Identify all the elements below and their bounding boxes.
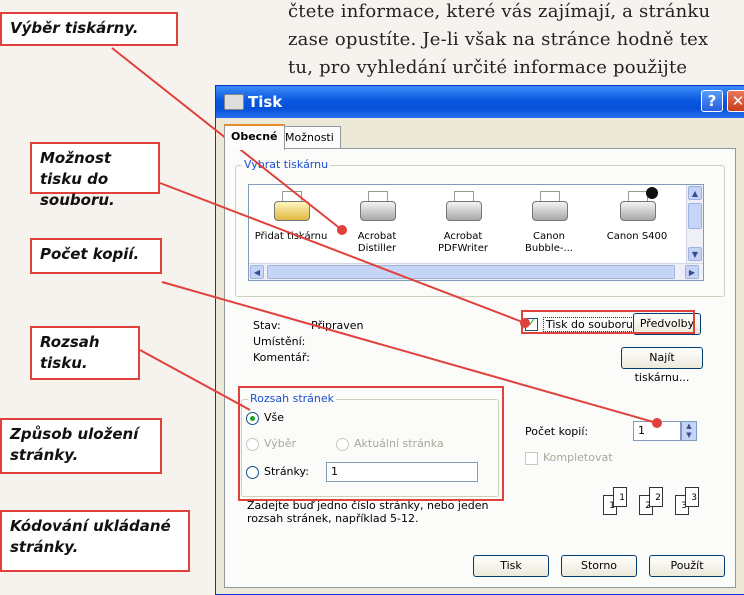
- marker-dot: [652, 418, 662, 428]
- marker-dot: [520, 318, 530, 328]
- callout-save-method: Způsob uložení stránky.: [0, 418, 162, 474]
- tab-general[interactable]: Obecné: [224, 124, 285, 150]
- callout-encoding: Kódování ukládané stránky.: [0, 510, 190, 572]
- callout-range: Rozsah tisku.: [30, 326, 140, 380]
- marker-dot: [337, 225, 347, 235]
- callout-copies: Počet kopií.: [30, 238, 162, 274]
- connector-lines: [111, 47, 658, 424]
- callout-printer-select: Výběr tiskárny.: [0, 12, 178, 46]
- callout-print-to-file: Možnost tisku do souboru.: [30, 142, 160, 209]
